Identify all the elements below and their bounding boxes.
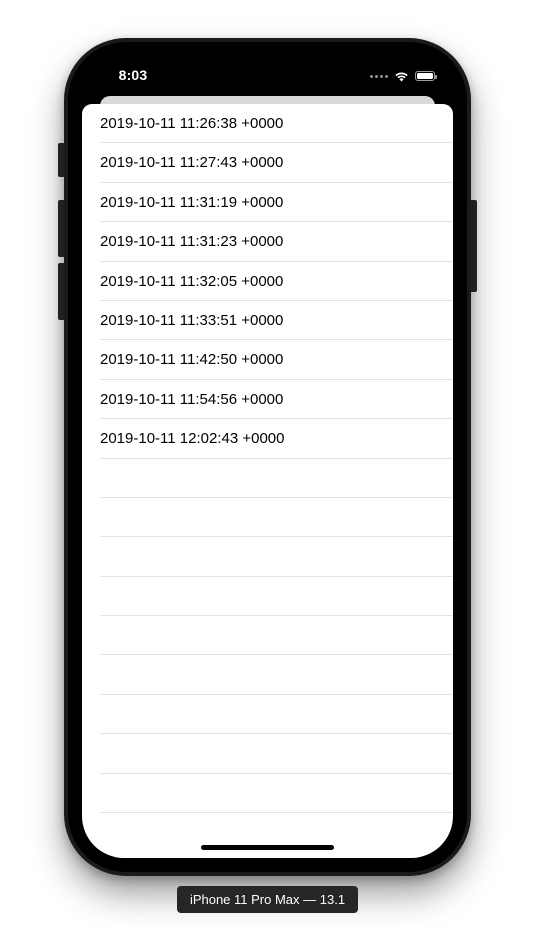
power-button[interactable] <box>470 200 477 292</box>
status-time: 8:03 <box>118 67 148 83</box>
battery-icon <box>415 71 437 81</box>
list-item[interactable]: 2019-10-11 11:26:38 +0000 <box>82 104 453 144</box>
list-item-label: 2019-10-11 11:32:05 +0000 <box>100 272 284 290</box>
list-item-label: 2019-10-11 11:42:50 +0000 <box>100 351 284 369</box>
list-item[interactable]: 2019-10-11 11:54:56 +0000 <box>82 380 453 420</box>
list-item-label: 2019-10-11 11:54:56 +0000 <box>100 390 284 408</box>
modal-sheet[interactable]: 2019-10-11 11:26:38 +0000 2019-10-11 11:2… <box>82 104 453 858</box>
timestamp-list[interactable]: 2019-10-11 11:26:38 +0000 2019-10-11 11:2… <box>82 104 453 814</box>
wifi-icon <box>395 72 408 81</box>
list-item[interactable]: 2019-10-11 11:31:19 +0000 <box>82 183 453 223</box>
list-item[interactable]: 2019-10-11 11:42:50 +0000 <box>82 340 453 380</box>
list-item-label: 2019-10-11 11:33:51 +0000 <box>100 311 284 329</box>
list-item[interactable] <box>82 616 453 656</box>
list-item[interactable] <box>82 459 453 498</box>
row-separator <box>100 812 453 814</box>
device-screen: 8:03 2019-10-11 11:26:38 +0000 2019-10-11… <box>82 56 453 858</box>
list-item-label: 2019-10-11 11:31:19 +0000 <box>100 193 284 211</box>
simulator-stage: 8:03 2019-10-11 11:26:38 +0000 2019-10-11… <box>0 0 535 950</box>
list-item-label: 2019-10-11 11:27:43 +0000 <box>100 154 284 172</box>
list-item-label: 2019-10-11 12:02:43 +0000 <box>100 430 285 448</box>
cellular-signal-icon <box>370 74 388 78</box>
list-item-label: 2019-10-11 11:26:38 +0000 <box>100 115 284 132</box>
list-item[interactable] <box>82 577 453 617</box>
list-item[interactable]: 2019-10-11 11:33:51 +0000 <box>82 301 453 341</box>
home-indicator[interactable] <box>201 845 334 850</box>
list-item[interactable] <box>82 655 453 695</box>
list-item[interactable]: 2019-10-11 11:31:23 +0000 <box>82 222 453 262</box>
list-item[interactable]: 2019-10-11 11:32:05 +0000 <box>82 262 453 301</box>
list-item[interactable] <box>82 498 453 538</box>
device-caption: iPhone 11 Pro Max — 13.1 <box>177 886 358 913</box>
list-item[interactable]: 2019-10-11 11:27:43 +0000 <box>82 143 453 183</box>
list-item[interactable] <box>82 734 453 774</box>
list-item[interactable] <box>82 695 453 735</box>
list-item-label: 2019-10-11 11:31:23 +0000 <box>100 233 284 251</box>
notch <box>173 56 361 83</box>
list-item[interactable] <box>82 537 453 577</box>
list-item[interactable]: 2019-10-11 12:02:43 +0000 <box>82 419 453 459</box>
status-icons <box>370 69 437 83</box>
list-item[interactable] <box>82 774 453 814</box>
